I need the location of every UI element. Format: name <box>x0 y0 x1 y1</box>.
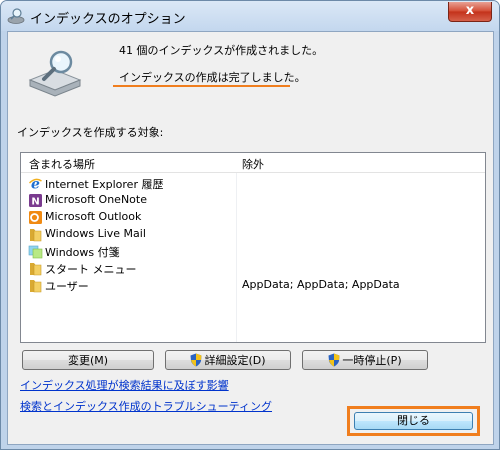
folder-icon <box>30 280 42 293</box>
close-icon: x <box>465 3 475 18</box>
list-item[interactable]: e Internet Explorer 履歴 <box>21 175 485 192</box>
list-item[interactable]: Windows Live Mail <box>21 226 485 243</box>
window-close-button[interactable]: x <box>448 2 492 22</box>
svg-text:e: e <box>31 177 40 192</box>
list-item[interactable]: Windows 付箋 <box>21 243 485 260</box>
pause-button-label: 一時停止(P) <box>342 354 402 367</box>
indexing-complete-text: インデックスの作成は完了しました。 <box>119 71 306 84</box>
list-item[interactable]: スタート メニュー <box>21 260 485 277</box>
folder-icon <box>30 229 42 242</box>
highlight-underline <box>113 85 290 87</box>
dialog-body: 41 個のインデックスが作成されました。 インデックスの作成は完了しました。 イ… <box>7 31 494 445</box>
column-header-excluded[interactable]: 除外 <box>242 156 264 172</box>
search-results-effect-link[interactable]: インデックス処理が検索結果に及ぼす影響 <box>20 377 229 393</box>
indexed-locations-list[interactable]: 含まれる場所 除外 e Internet Explorer 履歴 N Micro… <box>20 152 486 343</box>
indexing-status-icon <box>28 50 82 97</box>
uac-shield-icon <box>328 353 340 367</box>
uac-shield-icon <box>190 353 202 367</box>
window-title: インデックスのオプション <box>30 12 186 27</box>
indexed-locations-label: インデックスを作成する対象: <box>17 126 164 139</box>
indexing-options-app-icon <box>7 8 25 24</box>
outlook-icon <box>29 211 42 224</box>
location-name: Windows 付箋 <box>45 246 120 259</box>
column-header-included[interactable]: 含まれる場所 <box>29 156 95 172</box>
onenote-icon: N <box>29 194 42 208</box>
advanced-button[interactable]: 詳細設定(D) <box>165 350 291 370</box>
title-bar[interactable]: インデックスのオプション x <box>1 1 499 31</box>
modify-button[interactable]: 変更(M) <box>22 350 154 370</box>
indexing-options-window: インデックスのオプション x 41 個のインデックスが作成されました。 インデッ… <box>0 0 500 450</box>
location-name: Microsoft OneNote <box>45 193 147 206</box>
close-button[interactable]: 閉じる <box>354 412 473 430</box>
location-name: Microsoft Outlook <box>45 210 142 223</box>
svg-text:N: N <box>31 197 39 208</box>
list-item[interactable]: ユーザー AppData; AppData; AppData <box>21 277 485 294</box>
folder-icon <box>30 263 42 276</box>
sticky-notes-icon <box>28 245 43 259</box>
location-name: スタート メニュー <box>45 263 137 276</box>
advanced-button-label: 詳細設定(D) <box>204 354 266 367</box>
list-header: 含まれる場所 除外 <box>21 153 485 173</box>
close-button-label: 閉じる <box>397 414 430 427</box>
modify-button-label: 変更(M) <box>67 354 109 367</box>
list-item[interactable]: Microsoft Outlook <box>21 209 485 226</box>
close-button-highlight: 閉じる <box>347 406 480 436</box>
index-count-text: 41 個のインデックスが作成されました。 <box>119 44 324 57</box>
ie-icon: e <box>29 177 42 192</box>
location-name: Windows Live Mail <box>45 227 146 240</box>
troubleshooting-link[interactable]: 検索とインデックス作成のトラブルシューティング <box>20 398 272 414</box>
location-name: Internet Explorer 履歴 <box>45 178 164 191</box>
location-name: ユーザー <box>45 280 89 293</box>
list-item[interactable]: N Microsoft OneNote <box>21 192 485 209</box>
location-excluded: AppData; AppData; AppData <box>242 278 400 291</box>
pause-button[interactable]: 一時停止(P) <box>302 350 428 370</box>
